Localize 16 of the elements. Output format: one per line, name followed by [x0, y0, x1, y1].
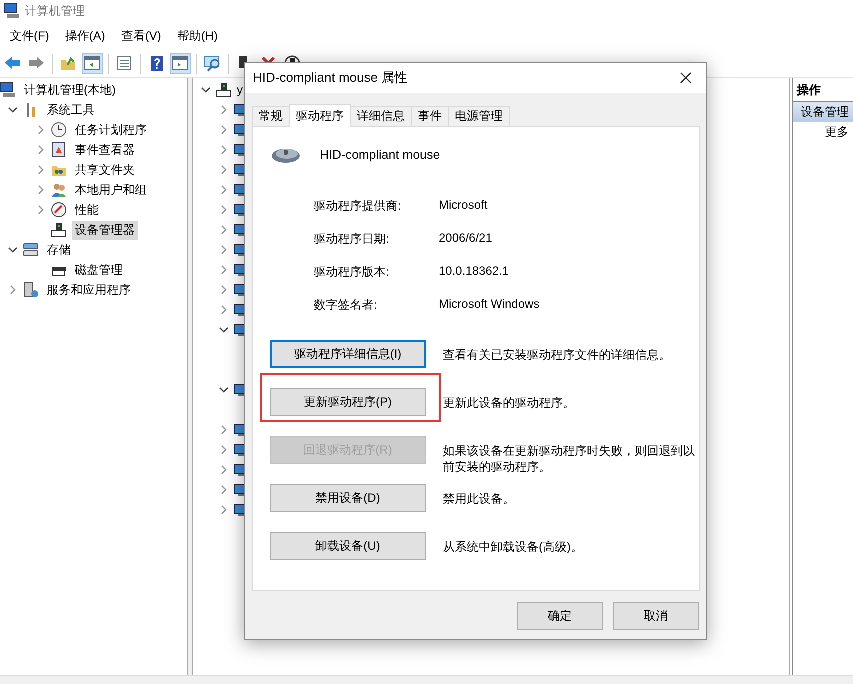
action-description: 更新此设备的驱动程序。 — [443, 395, 576, 411]
info-value: Microsoft — [439, 198, 489, 214]
action-description: 如果该设备在更新驱动程序时失败，则回退到以前安装的驱动程序。 — [443, 443, 696, 475]
info-label: 驱动程序版本: — [314, 264, 390, 281]
window-title: 计算机管理 — [25, 2, 85, 20]
info-label: 数字签名者: — [314, 297, 378, 314]
info-label: 驱动程序日期: — [314, 231, 390, 248]
action-description: 从系统中卸载设备(高级)。 — [443, 539, 584, 555]
device-name: HID-compliant mouse — [320, 148, 440, 162]
info-label: 驱动程序提供商: — [314, 198, 402, 215]
dialog-title: HID-compliant mouse 属性 — [253, 69, 408, 87]
info-value: 10.0.18362.1 — [439, 264, 510, 280]
action-description: 查看有关已安装驱动程序文件的详细信息。 — [443, 347, 672, 363]
info-value: Microsoft Windows — [439, 297, 541, 313]
action-description: 禁用此设备。 — [443, 491, 516, 507]
info-value: 2006/6/21 — [439, 231, 494, 247]
